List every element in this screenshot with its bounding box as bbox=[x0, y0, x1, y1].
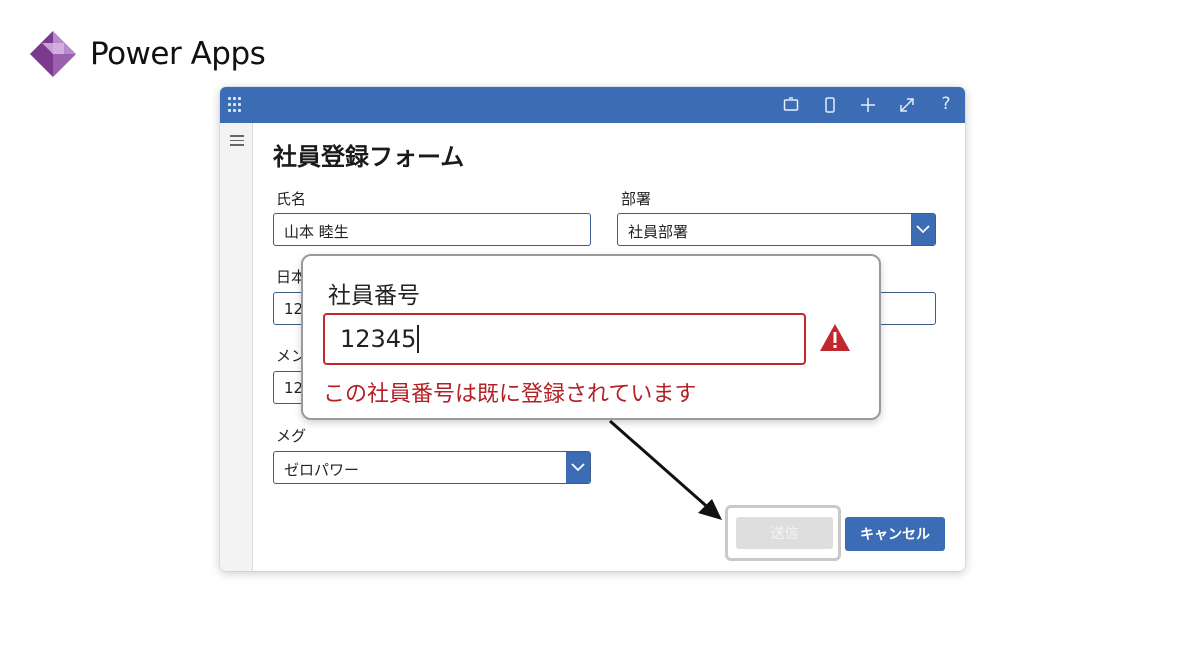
send-button-highlight: 送信 bbox=[725, 505, 841, 561]
waffle-icon[interactable] bbox=[228, 97, 244, 113]
cancel-button[interactable]: キャンセル bbox=[845, 517, 945, 551]
text-caret bbox=[417, 325, 419, 353]
employee-number-input[interactable]: 12345 bbox=[323, 313, 806, 365]
employee-number-label: 社員番号 bbox=[328, 283, 420, 309]
name-input[interactable]: 山本 睦生 bbox=[273, 213, 591, 246]
brand: Power Apps bbox=[28, 29, 266, 79]
tablet-icon[interactable] bbox=[781, 95, 801, 115]
form-title: 社員登録フォーム bbox=[273, 143, 465, 171]
help-icon[interactable]: ? bbox=[936, 94, 956, 114]
brand-title: Power Apps bbox=[90, 36, 266, 72]
meg-select[interactable]: ゼロパワー bbox=[273, 451, 591, 484]
name-label: 氏名 bbox=[276, 190, 307, 208]
employee-number-error: この社員番号は既に登録されています bbox=[323, 382, 697, 407]
expand-icon[interactable] bbox=[897, 95, 917, 115]
send-button[interactable]: 送信 bbox=[736, 517, 833, 549]
power-apps-logo-icon bbox=[28, 29, 78, 79]
hamburger-menu-icon[interactable] bbox=[230, 135, 244, 146]
left-rail bbox=[220, 123, 253, 571]
department-select[interactable]: 社員部署 bbox=[617, 213, 936, 246]
app-titlebar: ? bbox=[220, 87, 965, 123]
chevron-down-icon[interactable] bbox=[911, 214, 935, 245]
meg-value: ゼロパワー bbox=[284, 461, 360, 479]
meg-label: メグ bbox=[276, 427, 307, 445]
department-value: 社員部署 bbox=[628, 223, 689, 241]
warning-triangle-icon bbox=[818, 322, 852, 354]
phone-icon[interactable] bbox=[820, 95, 840, 115]
plus-icon[interactable] bbox=[858, 95, 878, 115]
employee-number-popup: 社員番号 12345 この社員番号は既に登録されています bbox=[301, 254, 881, 420]
chevron-down-icon[interactable] bbox=[566, 452, 590, 483]
employee-number-value: 12345 bbox=[340, 325, 417, 353]
department-label: 部署 bbox=[621, 190, 652, 208]
